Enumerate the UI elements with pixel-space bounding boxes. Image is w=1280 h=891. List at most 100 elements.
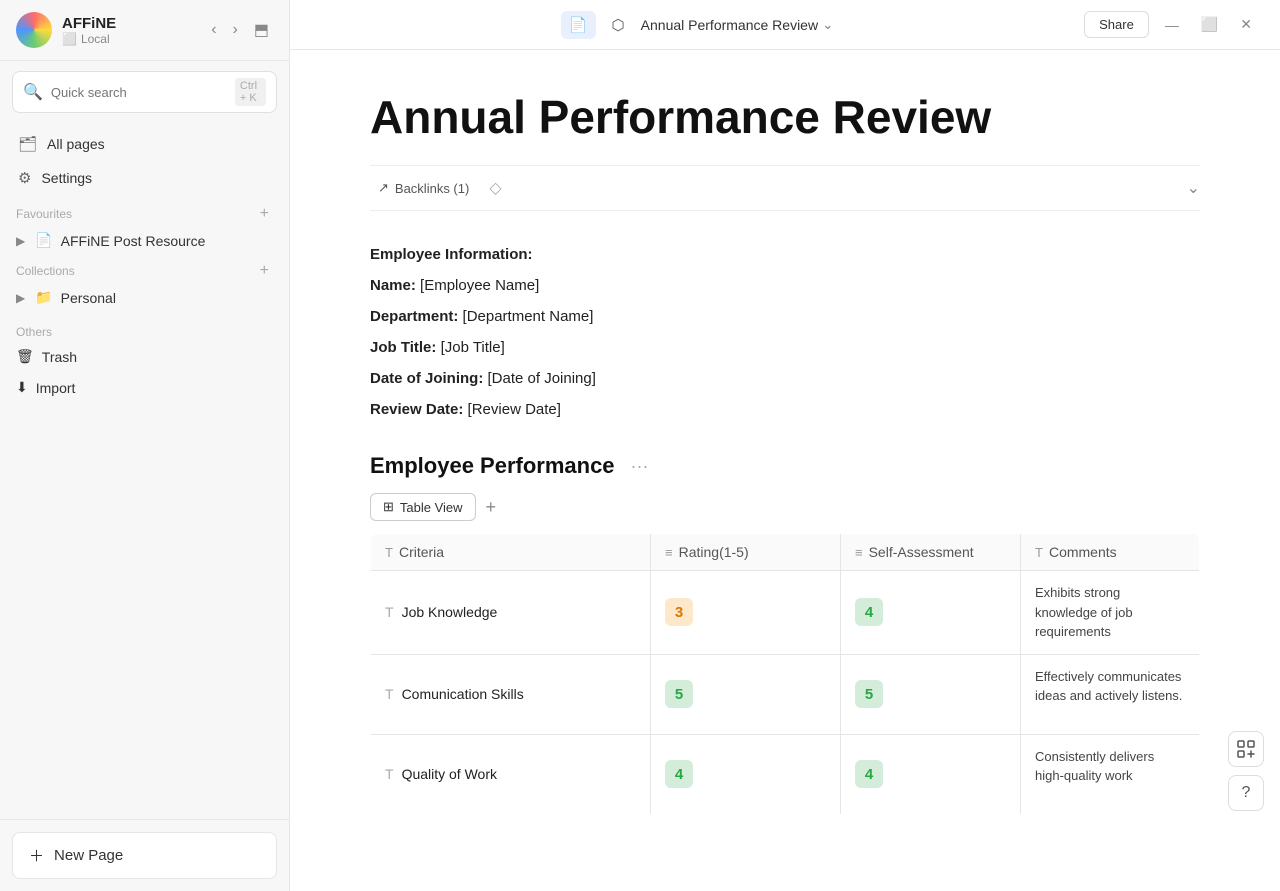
import-label: Import <box>36 380 76 396</box>
db-title-row: Employee Performance ··· <box>370 453 1200 479</box>
favourite-item-label: AFFiNE Post Resource <box>61 233 206 249</box>
self-col-icon: ≡ <box>855 545 863 560</box>
table-view-tab-label: Table View <box>400 500 463 515</box>
sidebar-item-all-pages[interactable]: 🗂 All pages <box>8 127 281 161</box>
search-input[interactable] <box>51 85 227 100</box>
page-title: Annual Performance Review <box>370 90 1200 145</box>
employee-info-section: Employee Information: Name: [Employee Na… <box>370 241 1200 423</box>
table-row: T Job Knowledge 3 4 Exhibits strong know… <box>371 571 1200 655</box>
rating-cell: 4 <box>651 734 841 814</box>
settings-icon: ⚙ <box>18 169 31 187</box>
app-name: AFFiNE <box>62 15 116 32</box>
sidebar-logo: AFFiNE ⬜ Local <box>16 12 116 48</box>
share-button[interactable]: Share <box>1084 11 1149 38</box>
sidebar-item-trash[interactable]: 🗑 Trash <box>0 341 289 372</box>
monitor-icon: ⬜ <box>62 32 77 46</box>
avatar <box>16 12 52 48</box>
doc-view-button[interactable]: 📄 <box>561 11 596 39</box>
self-assessment-badge: 4 <box>855 760 883 788</box>
grid-add-button[interactable] <box>1228 731 1264 767</box>
plus-icon: ＋ <box>29 845 44 866</box>
db-menu-button[interactable]: ··· <box>625 454 655 479</box>
add-view-button[interactable]: + <box>480 495 503 520</box>
new-page-button[interactable]: ＋ New Page <box>12 832 277 879</box>
rating-badge: 3 <box>665 598 693 626</box>
main-area: 📄 ⬡ Annual Performance Review ⌄ Share — … <box>290 0 1280 891</box>
sidebar-footer: ＋ New Page <box>0 819 289 891</box>
review-date-field: Review Date: [Review Date] <box>370 396 1200 423</box>
collections-label: Collections <box>16 264 75 278</box>
sidebar: AFFiNE ⬜ Local ‹ › ⬒ 🔍 Ctrl + K 🗂 All pa… <box>0 0 290 891</box>
import-icon: ⬇ <box>16 379 28 396</box>
trash-label: Trash <box>42 349 77 365</box>
col-header-rating: ≡ Rating(1-5) <box>651 534 841 571</box>
comment-cell: Effectively communicates ideas and activ… <box>1021 654 1200 734</box>
rating-cell: 5 <box>651 654 841 734</box>
topbar: 📄 ⬡ Annual Performance Review ⌄ Share — … <box>290 0 1280 50</box>
table-row: T Comunication Skills 5 5 Effectively co… <box>371 654 1200 734</box>
collections-section-header: Collections + <box>0 256 289 282</box>
toggle-sidebar-button[interactable]: ⬒ <box>250 16 273 44</box>
topbar-title: Annual Performance Review ⌄ <box>641 17 834 33</box>
rating-badge: 5 <box>665 680 693 708</box>
comment-cell: Exhibits strong knowledge of job require… <box>1021 571 1200 655</box>
col-header-criteria: T Criteria <box>371 534 651 571</box>
self-assessment-cell: 5 <box>841 654 1021 734</box>
db-title: Employee Performance <box>370 453 615 479</box>
performance-table: T Criteria ≡ Rating(1-5) <box>370 533 1200 815</box>
help-button[interactable]: ? <box>1228 775 1264 811</box>
all-pages-label: All pages <box>47 136 105 152</box>
maximize-button[interactable]: ⬜ <box>1193 12 1226 37</box>
sidebar-item-settings[interactable]: ⚙ Settings <box>8 161 281 195</box>
search-bar[interactable]: 🔍 Ctrl + K <box>12 71 277 113</box>
content-area: Annual Performance Review ↗ Backlinks (1… <box>290 50 1280 891</box>
rating-badge: 4 <box>665 760 693 788</box>
backlinks-button[interactable]: ↗ Backlinks (1) <box>370 176 477 200</box>
tag-icon[interactable]: ◇ <box>489 178 501 198</box>
comment-col-label: Comments <box>1049 544 1117 560</box>
add-favourite-button[interactable]: + <box>256 205 273 223</box>
backlinks-label: Backlinks (1) <box>395 181 469 196</box>
chevron-icon: ▶ <box>16 291 25 305</box>
nav-forward-button[interactable]: › <box>229 16 242 44</box>
sidebar-item-affine-post-resource[interactable]: ▶ 📄 AFFiNE Post Resource <box>0 225 289 256</box>
criteria-cell: T Job Knowledge <box>371 571 651 655</box>
col-header-self-assessment: ≡ Self-Assessment <box>841 534 1021 571</box>
db-tabs: ⊞ Table View + <box>370 493 1200 521</box>
backlink-arrow-icon: ↗ <box>378 180 389 196</box>
trash-icon: 🗑 <box>16 348 34 365</box>
title-chevron-button[interactable]: ⌄ <box>822 17 833 33</box>
self-assessment-cell: 4 <box>841 571 1021 655</box>
comment-col-icon: T <box>1035 545 1043 560</box>
minimize-button[interactable]: — <box>1157 13 1187 37</box>
table-view-tab[interactable]: ⊞ Table View <box>370 493 476 521</box>
self-col-label: Self-Assessment <box>869 544 974 560</box>
date-of-joining-field: Date of Joining: [Date of Joining] <box>370 365 1200 392</box>
app-info: AFFiNE ⬜ Local <box>62 15 116 46</box>
col-header-comments: T Comments <box>1021 534 1200 571</box>
sidebar-main-menu: 🗂 All pages ⚙ Settings <box>0 123 289 199</box>
sidebar-header: AFFiNE ⬜ Local ‹ › ⬒ <box>0 0 289 61</box>
nav-back-button[interactable]: ‹ <box>207 16 220 44</box>
search-shortcut: Ctrl + K <box>235 78 266 106</box>
collapse-button[interactable]: ⌄ <box>1187 178 1200 198</box>
name-field: Name: [Employee Name] <box>370 272 1200 299</box>
doc-meta-bar: ↗ Backlinks (1) ◇ ⌄ <box>370 165 1200 211</box>
criteria-cell: T Quality of Work <box>371 734 651 814</box>
settings-label: Settings <box>41 170 92 186</box>
job-title-field: Job Title: [Job Title] <box>370 334 1200 361</box>
criteria-col-icon: T <box>385 545 393 560</box>
graph-view-button[interactable]: ⬡ <box>604 11 633 39</box>
new-page-label: New Page <box>54 847 123 864</box>
doc-meta-left: ↗ Backlinks (1) ◇ <box>370 176 502 200</box>
others-section-header: Others <box>0 319 289 341</box>
sidebar-item-personal[interactable]: ▶ 📁 Personal <box>0 282 289 313</box>
self-assessment-badge: 4 <box>855 598 883 626</box>
topbar-center: 📄 ⬡ Annual Performance Review ⌄ <box>561 11 833 39</box>
workspace-label: ⬜ Local <box>62 32 116 46</box>
sidebar-nav-controls: ‹ › ⬒ <box>207 16 273 44</box>
close-button[interactable]: ✕ <box>1232 12 1260 37</box>
sidebar-item-import[interactable]: ⬇ Import <box>0 372 289 403</box>
collection-icon: 📁 <box>35 289 52 306</box>
add-collection-button[interactable]: + <box>256 262 273 280</box>
